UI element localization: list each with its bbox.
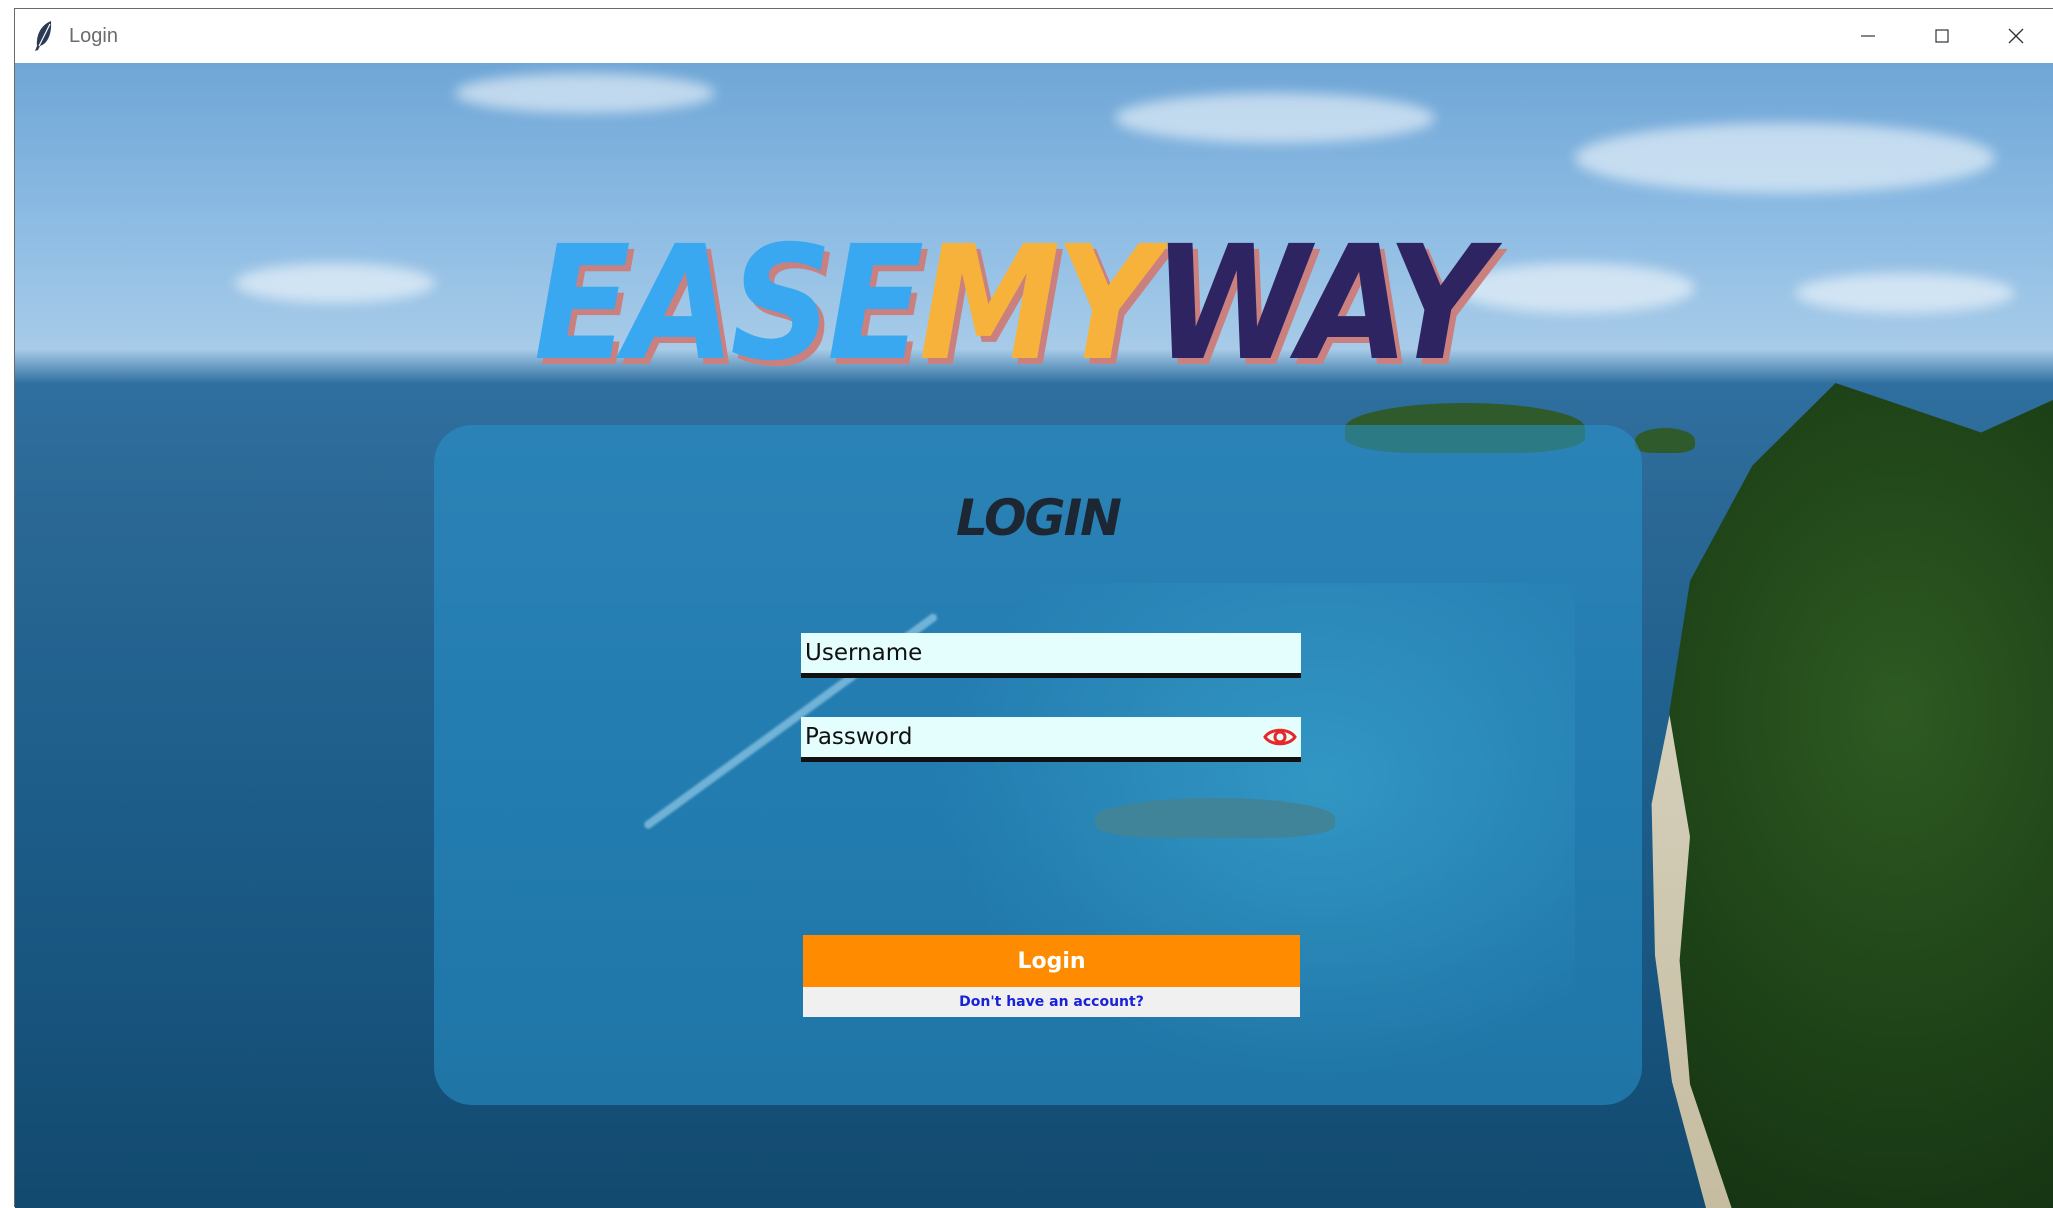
island xyxy=(1635,428,1695,453)
background-image: EASEMYWAY LOGIN Login Don't have an acco… xyxy=(15,63,2053,1208)
logo-part-my: MY xyxy=(918,212,1158,396)
minimize-button[interactable] xyxy=(1831,9,1905,63)
logo-part-way: WAY xyxy=(1152,212,1491,396)
eye-icon[interactable] xyxy=(1263,723,1297,751)
username-input[interactable] xyxy=(801,633,1301,673)
window-controls xyxy=(1831,9,2053,63)
cloud xyxy=(1115,93,1435,143)
password-input[interactable] xyxy=(801,717,1301,757)
login-title: LOGIN xyxy=(955,489,1122,547)
maximize-icon xyxy=(1935,29,1949,43)
window-title: Login xyxy=(69,24,118,47)
app-logo: EASEMYWAY xyxy=(92,225,1927,383)
close-button[interactable] xyxy=(1979,9,2053,63)
login-button[interactable]: Login xyxy=(803,935,1300,987)
maximize-button[interactable] xyxy=(1905,9,1979,63)
close-icon xyxy=(2008,28,2024,44)
logo-part-ease: EASE xyxy=(533,212,925,396)
cloud xyxy=(455,73,715,113)
signup-link[interactable]: Don't have an account? xyxy=(803,987,1300,1017)
app-window: Login EASEMYWAY LOGIN Username Login Don… xyxy=(14,8,2053,1208)
password-field xyxy=(801,717,1301,762)
username-field xyxy=(801,633,1301,678)
cloud xyxy=(1575,123,1995,193)
title-bar: Login xyxy=(15,9,2053,63)
feather-icon xyxy=(35,21,52,51)
login-card: LOGIN Login Don't have an account? xyxy=(434,425,1642,1105)
minimize-icon xyxy=(1861,35,1875,37)
